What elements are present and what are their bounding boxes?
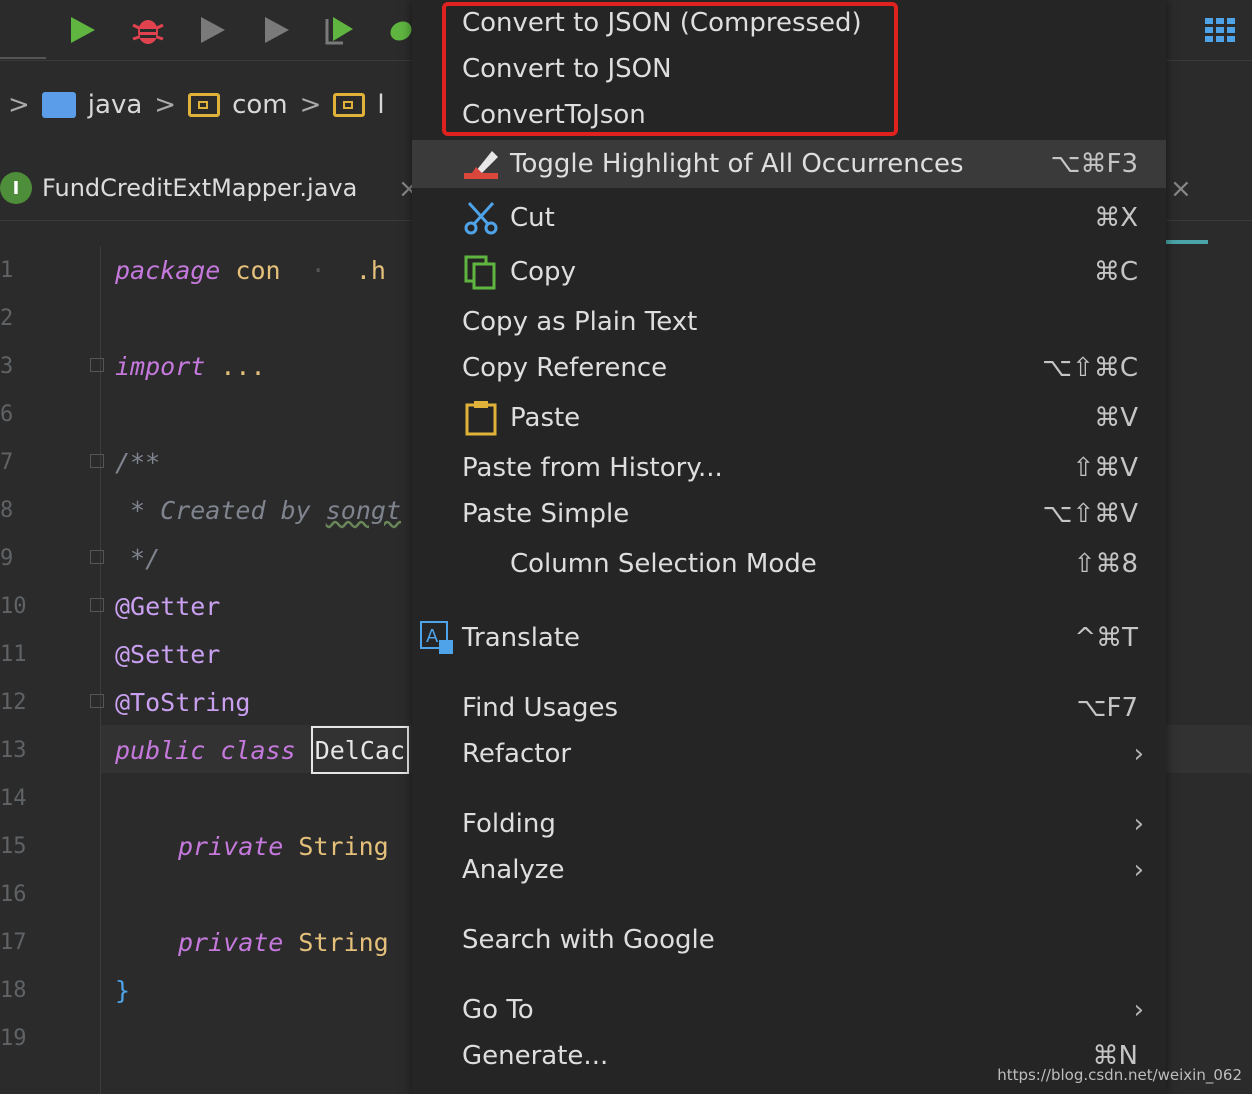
line-number: 8	[0, 498, 14, 523]
line-number: 9	[0, 546, 14, 571]
breadcrumb-sep: >	[8, 90, 30, 120]
code-line-comment-end: */	[115, 543, 161, 573]
menu-item-toggle-highlight[interactable]: Toggle Highlight of All Occurrences ⌥⌘F3	[412, 140, 1166, 188]
toolbar-divider	[0, 57, 46, 59]
code-line-field[interactable]: private String	[178, 822, 389, 870]
code-line-comment-start: /**	[115, 447, 161, 477]
menu-item-column-selection[interactable]: Column Selection Mode ⇧⌘8	[412, 541, 1166, 587]
menu-item-convert-json[interactable]: Convert to JSON	[412, 46, 1166, 92]
copy-icon	[462, 253, 500, 291]
fold-marker[interactable]	[90, 598, 104, 612]
menu-item-convert-json-compressed[interactable]: Convert to JSON (Compressed)	[412, 0, 1166, 46]
annotation-tostring[interactable]: @ToString	[115, 678, 250, 726]
clipboard-icon	[462, 399, 500, 437]
profile-button[interactable]	[256, 10, 296, 50]
fold-marker[interactable]	[90, 358, 104, 372]
scissors-icon	[462, 199, 500, 237]
code-line-package[interactable]: package con · .h	[115, 246, 386, 294]
line-number: 19	[0, 1026, 27, 1051]
context-menu: Convert to JSON (Compressed) Convert to …	[412, 0, 1166, 1094]
menu-item-analyze[interactable]: Analyze ›	[412, 847, 1166, 893]
package-folder-icon	[333, 93, 366, 117]
line-number: 17	[0, 930, 27, 955]
menu-item-search-google[interactable]: Search with Google	[412, 917, 1166, 963]
code-line-comment-author: * Created by songt	[115, 495, 401, 525]
watermark: https://blog.csdn.net/weixin_062	[997, 1066, 1242, 1084]
menu-item-copy-plain-text[interactable]: Copy as Plain Text	[412, 299, 1166, 345]
line-number: 14	[0, 786, 27, 811]
layout-button[interactable]	[1200, 10, 1240, 50]
editor-gutter: 1 2 3 6 7 8 9 10 11 12 13 14 15 16 17 18…	[0, 246, 104, 1094]
bug-icon	[132, 20, 164, 44]
tab-active-file[interactable]: I FundCreditExtMapper.java	[0, 172, 357, 204]
code-line-class-declaration[interactable]: public class DelCac	[115, 726, 410, 774]
line-number: 15	[0, 834, 27, 859]
highlighter-icon	[462, 145, 500, 183]
menu-item-copy[interactable]: Copy ⌘C	[412, 249, 1166, 295]
menu-item-copy-reference[interactable]: Copy Reference ⌥⇧⌘C	[412, 345, 1166, 391]
menu-item-cut[interactable]: Cut ⌘X	[412, 195, 1166, 241]
line-number: 12	[0, 690, 27, 715]
menu-item-translate[interactable]: A Translate ^⌘T	[412, 615, 1166, 661]
folder-icon	[41, 92, 76, 118]
tab-label: FundCreditExtMapper.java	[42, 174, 358, 202]
package-folder-icon	[188, 93, 221, 117]
menu-item-folding[interactable]: Folding ›	[412, 801, 1166, 847]
fold-marker[interactable]	[90, 550, 104, 564]
run-icon	[71, 17, 95, 43]
run-step-button[interactable]	[320, 10, 360, 50]
interface-badge-icon: I	[0, 172, 32, 204]
annotation-setter[interactable]: @Setter	[115, 630, 220, 678]
line-number: 7	[0, 450, 14, 475]
line-number: 11	[0, 642, 27, 667]
line-number: 1	[0, 258, 14, 283]
code-line-import[interactable]: import ...	[115, 342, 266, 390]
chevron-right-icon: ›	[1133, 739, 1144, 769]
line-number: 3	[0, 354, 14, 379]
menu-item-paste-simple[interactable]: Paste Simple ⌥⇧⌘V	[412, 491, 1166, 537]
run-with-coverage-button[interactable]	[192, 10, 232, 50]
annotation-getter[interactable]: @Getter	[115, 582, 220, 630]
line-number: 18	[0, 978, 27, 1003]
menu-item-paste[interactable]: Paste ⌘V	[412, 395, 1166, 441]
run-step-icon	[325, 17, 353, 45]
fold-marker[interactable]	[90, 694, 104, 708]
debug-button[interactable]	[128, 10, 168, 50]
svg-text:A: A	[426, 626, 439, 647]
line-number: 16	[0, 882, 27, 907]
line-number: 2	[0, 306, 14, 331]
line-number: 13	[0, 738, 27, 763]
menu-item-converttojson[interactable]: ConvertToJson	[412, 92, 1166, 138]
menu-item-go-to[interactable]: Go To ›	[412, 987, 1166, 1033]
run-button[interactable]	[62, 10, 102, 50]
menu-item-find-usages[interactable]: Find Usages ⌥F7	[412, 685, 1166, 731]
selected-class-name[interactable]: DelCac	[310, 726, 410, 774]
code-line-closing-brace: }	[115, 975, 131, 1005]
breadcrumb-item-java[interactable]: java >	[41, 90, 176, 120]
active-tab-underline	[1166, 240, 1208, 244]
code-line-field[interactable]: private String	[178, 918, 389, 966]
menu-item-paste-history[interactable]: Paste from History... ⇧⌘V	[412, 445, 1166, 491]
play-gray-icon	[265, 17, 289, 43]
translate-icon: A	[418, 619, 456, 657]
fold-marker[interactable]	[90, 454, 104, 468]
chevron-right-icon: ›	[1133, 995, 1144, 1025]
breadcrumb-item-com[interactable]: com >	[188, 90, 321, 120]
line-number: 6	[0, 402, 14, 427]
play-gray-icon	[201, 17, 225, 43]
breadcrumb-item-package[interactable]: l	[333, 90, 385, 120]
menu-item-refactor[interactable]: Refactor ›	[412, 731, 1166, 777]
chevron-right-icon: ›	[1133, 809, 1144, 839]
line-number: 10	[0, 594, 27, 619]
chevron-right-icon: ›	[1133, 855, 1144, 885]
grid-icon	[1205, 18, 1235, 42]
close-icon[interactable]: ×	[1170, 174, 1192, 204]
